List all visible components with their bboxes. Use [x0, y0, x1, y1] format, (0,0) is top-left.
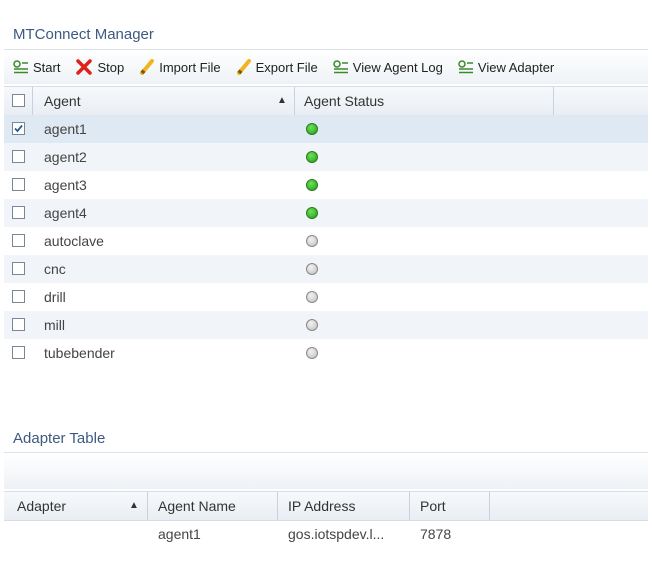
agent-name: agent2: [44, 149, 87, 165]
table-row[interactable]: cnc: [4, 255, 648, 283]
ip-address-column-label: IP Address: [288, 498, 356, 514]
row-checkbox[interactable]: [12, 290, 25, 303]
status-gray-icon: [306, 291, 318, 303]
agent-name-cell: agent1: [158, 526, 201, 542]
status-green-icon: [306, 179, 318, 191]
table-row[interactable]: agent1 gos.iotspdev.l... 7878: [4, 520, 648, 548]
table-row[interactable]: agent1: [4, 115, 648, 143]
table-row[interactable]: agent2: [4, 143, 648, 171]
agent-name: tubebender: [44, 345, 115, 361]
port-cell: 7878: [420, 526, 452, 542]
agent-name: agent3: [44, 177, 87, 193]
port-column-label: Port: [420, 498, 446, 514]
row-checkbox[interactable]: [12, 150, 25, 163]
export-file-label: Export File: [255, 59, 318, 75]
import-file-button[interactable]: Import File: [139, 59, 221, 75]
adapter-table-header: Adapter ▲ Agent Name IP Address Port: [4, 491, 648, 521]
table-row[interactable]: mill: [4, 311, 648, 339]
start-button[interactable]: Start: [13, 60, 60, 75]
status-green-icon: [306, 123, 318, 135]
agent-status-column-label: Agent Status: [304, 93, 385, 109]
row-checkbox[interactable]: [12, 178, 25, 191]
import-file-label: Import File: [159, 59, 221, 75]
status-gray-icon: [306, 235, 318, 247]
stop-button[interactable]: Stop: [75, 59, 124, 75]
agent-status-column-header[interactable]: Agent Status: [295, 87, 554, 115]
agent-name: agent1: [44, 121, 87, 137]
checkmark-icon: [14, 124, 23, 133]
sort-ascending-icon: ▲: [277, 95, 287, 106]
select-all-cell: [4, 87, 33, 115]
status-green-icon: [306, 207, 318, 219]
agent-name: mill: [44, 317, 65, 333]
table-row[interactable]: autoclave: [4, 227, 648, 255]
agent-list: agent1 agent2 agent3 agent4 autoclave cn…: [4, 115, 648, 367]
agent-name-column-header[interactable]: Agent Name: [148, 492, 278, 520]
row-checkbox[interactable]: [12, 262, 25, 275]
status-gray-icon: [306, 347, 318, 359]
row-checkbox[interactable]: [12, 234, 25, 247]
list-settings-icon: [458, 60, 473, 74]
ip-address-column-header[interactable]: IP Address: [278, 492, 410, 520]
sort-ascending-icon: ▲: [129, 500, 139, 511]
select-all-checkbox[interactable]: [12, 94, 25, 107]
view-agent-log-label: View Agent Log: [352, 59, 443, 75]
adapter-toolbar: [4, 452, 648, 489]
table-row[interactable]: drill: [4, 283, 648, 311]
agent-column-header[interactable]: Agent ▲: [33, 87, 295, 115]
start-icon: [13, 60, 28, 74]
agent-name-column-label: Agent Name: [158, 498, 236, 514]
port-column-header[interactable]: Port: [410, 492, 490, 520]
stop-x-icon: [76, 59, 93, 75]
agent-table-header: Agent ▲ Agent Status: [4, 86, 648, 116]
adapter-table-title: Adapter Table: [13, 430, 106, 447]
agent-name: cnc: [44, 261, 66, 277]
agent-name: agent4: [44, 205, 87, 221]
view-adapter-label: View Adapter: [477, 59, 555, 75]
stop-label: Stop: [97, 59, 125, 75]
start-label: Start: [33, 59, 61, 75]
table-row[interactable]: agent3: [4, 171, 648, 199]
row-checkbox[interactable]: [12, 206, 25, 219]
pencil-icon: [140, 59, 155, 75]
row-checkbox[interactable]: [12, 122, 25, 135]
view-agent-log-button[interactable]: View Agent Log: [333, 60, 443, 75]
status-green-icon: [306, 151, 318, 163]
status-gray-icon: [306, 263, 318, 275]
status-gray-icon: [306, 319, 318, 331]
table-row[interactable]: tubebender: [4, 339, 648, 367]
agent-toolbar: Start Stop Import File Export File View …: [4, 49, 648, 84]
pencil-icon: [236, 59, 251, 75]
ip-address-cell: gos.iotspdev.l...: [288, 526, 385, 542]
agent-name: autoclave: [44, 233, 104, 249]
export-file-button[interactable]: Export File: [236, 59, 318, 75]
row-checkbox[interactable]: [12, 346, 25, 359]
list-settings-icon: [333, 60, 348, 74]
adapter-column-label: Adapter: [17, 498, 67, 514]
manager-title: MTConnect Manager: [13, 26, 154, 43]
agent-column-label: Agent: [44, 93, 81, 109]
table-row[interactable]: agent4: [4, 199, 648, 227]
adapter-column-header[interactable]: Adapter ▲: [4, 492, 148, 520]
view-adapter-button[interactable]: View Adapter: [458, 60, 554, 75]
agent-name: drill: [44, 289, 66, 305]
row-checkbox[interactable]: [12, 318, 25, 331]
